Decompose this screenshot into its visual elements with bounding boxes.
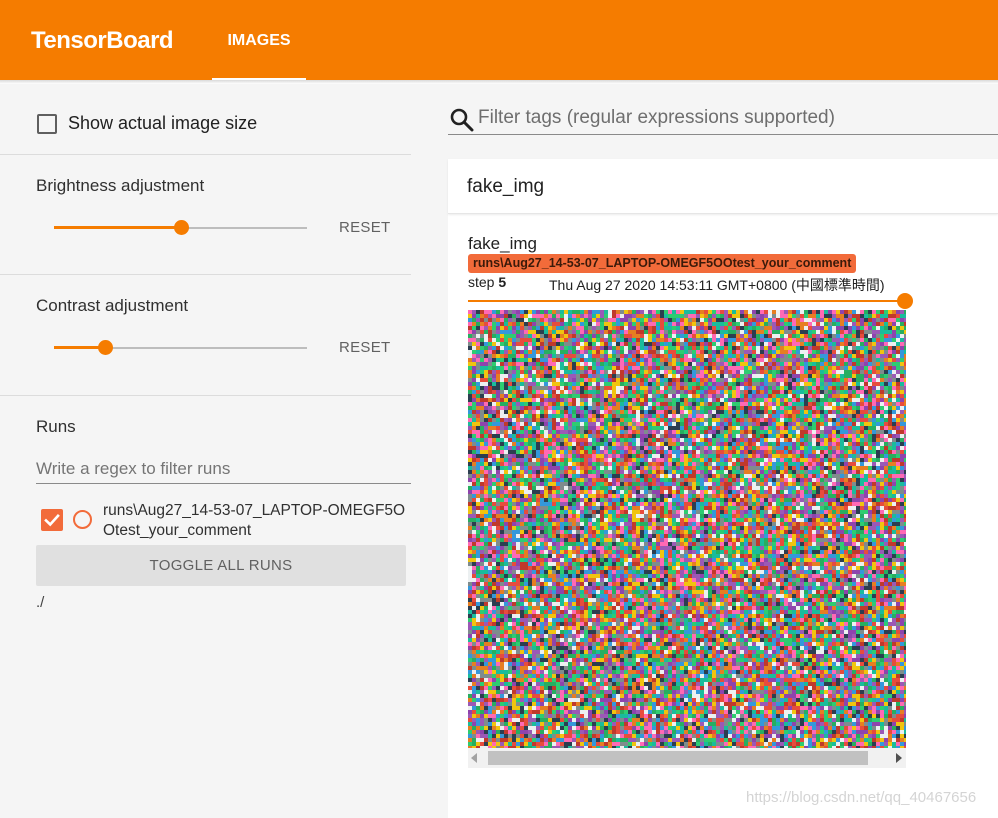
sidebar-divider [0, 274, 411, 275]
tag-filter-input[interactable] [478, 102, 998, 134]
toggle-all-runs-button[interactable]: TOGGLE ALL RUNS [36, 545, 406, 586]
watermark-text: https://blog.csdn.net/qq_40467656 [746, 789, 977, 806]
app-title: TensorBoard [31, 27, 174, 54]
show-actual-size-label[interactable]: Show actual image size [68, 113, 257, 134]
search-icon [450, 108, 474, 132]
step-slider-knob[interactable] [897, 293, 913, 309]
category-title: fake_img [467, 176, 545, 197]
brightness-reset-button[interactable]: RESET [339, 219, 391, 236]
brightness-slider-fill [54, 226, 181, 229]
image-card-timestamp: Thu Aug 27 2020 14:53:11 GMT+0800 (中國標準時… [549, 277, 885, 293]
show-actual-size-checkbox[interactable] [37, 114, 57, 134]
run-color-radio-icon[interactable] [73, 510, 92, 529]
brightness-slider-knob[interactable] [173, 220, 189, 235]
main-content: fake_img fake_img runs\Aug27_14-53-07_LA… [411, 84, 998, 818]
brightness-label: Brightness adjustment [36, 176, 205, 195]
logdir-label: ./ [36, 594, 45, 611]
sidebar-divider [0, 154, 411, 155]
sidebar-divider [0, 395, 411, 396]
contrast-slider[interactable] [54, 340, 307, 356]
contrast-reset-button[interactable]: RESET [339, 339, 391, 356]
step-slider[interactable] [468, 300, 906, 302]
runs-title: Runs [36, 417, 76, 436]
horizontal-scrollbar[interactable] [468, 748, 906, 768]
step-prefix: step [468, 274, 495, 290]
scroll-left-arrow-icon[interactable] [471, 753, 477, 763]
image-card-tag: fake_img [468, 234, 537, 253]
tag-filter-underline [448, 134, 998, 135]
image-card-step: step 5 [468, 274, 506, 290]
run-filter-input[interactable] [36, 454, 411, 484]
top-app-bar: TensorBoard IMAGES [0, 0, 998, 80]
noise-image [468, 310, 906, 748]
run-checkbox[interactable] [41, 509, 63, 531]
category-pane: fake_img fake_img runs\Aug27_14-53-07_LA… [448, 159, 998, 818]
image-card-run-badge: runs\Aug27_14-53-07_LAPTOP-OMEGF5OOtest_… [468, 254, 857, 273]
noise-image-canvas [468, 310, 906, 748]
contrast-slider-knob[interactable] [97, 340, 113, 355]
run-name-label: runs\Aug27_14-53-07_LAPTOP-OMEGF5OOtest_… [103, 502, 406, 539]
brightness-slider[interactable] [54, 220, 307, 236]
category-header[interactable]: fake_img [448, 159, 998, 214]
contrast-label: Contrast adjustment [36, 296, 189, 315]
tab-images[interactable]: IMAGES [212, 0, 306, 80]
scrollbar-thumb[interactable] [488, 751, 868, 765]
step-value: 5 [498, 274, 507, 290]
checkmark-icon [44, 513, 60, 527]
scroll-right-arrow-icon[interactable] [896, 753, 902, 763]
sidebar: Show actual image size Brightness adjust… [0, 84, 411, 818]
